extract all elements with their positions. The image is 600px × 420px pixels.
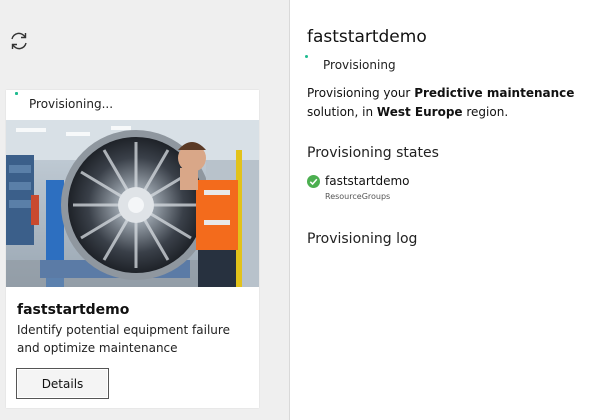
state-name: faststartdemo (325, 174, 410, 188)
state-type: ResourceGroups (325, 192, 391, 201)
solutions-pane: Provisioning... faststartdemo Identify p… (0, 0, 289, 420)
refresh-button[interactable] (7, 29, 30, 52)
check-circle-icon (307, 175, 320, 188)
panel-title: faststartdemo (307, 27, 427, 47)
progress-spinner-icon (305, 55, 308, 58)
panel-status: Provisioning (323, 58, 396, 72)
region-name: West Europe (376, 105, 463, 119)
provisioning-states-heading: Provisioning states (307, 145, 439, 161)
message-text: solution, in (307, 105, 377, 119)
refresh-icon (10, 32, 27, 49)
state-item: faststartdemo ResourceGroups (307, 174, 587, 204)
message-text: region. (462, 105, 509, 119)
card-title: faststartdemo (17, 302, 130, 318)
message-text: Provisioning your (307, 86, 415, 100)
solution-name: Predictive maintenance (414, 86, 575, 100)
card-description: Identify potential equipment failure and… (17, 323, 230, 355)
card-status: Provisioning... (29, 97, 114, 111)
details-button[interactable]: Details (16, 368, 109, 399)
details-panel: faststartdemo Provisioning Provisioning … (290, 0, 600, 420)
jet-engine-photo (6, 120, 259, 287)
solution-card[interactable]: Provisioning... faststartdemo Identify p… (6, 90, 259, 408)
progress-indicator (15, 92, 18, 95)
provisioning-message: Provisioning your Predictive maintenance… (307, 84, 595, 122)
provisioning-log-heading[interactable]: Provisioning log (307, 231, 417, 247)
